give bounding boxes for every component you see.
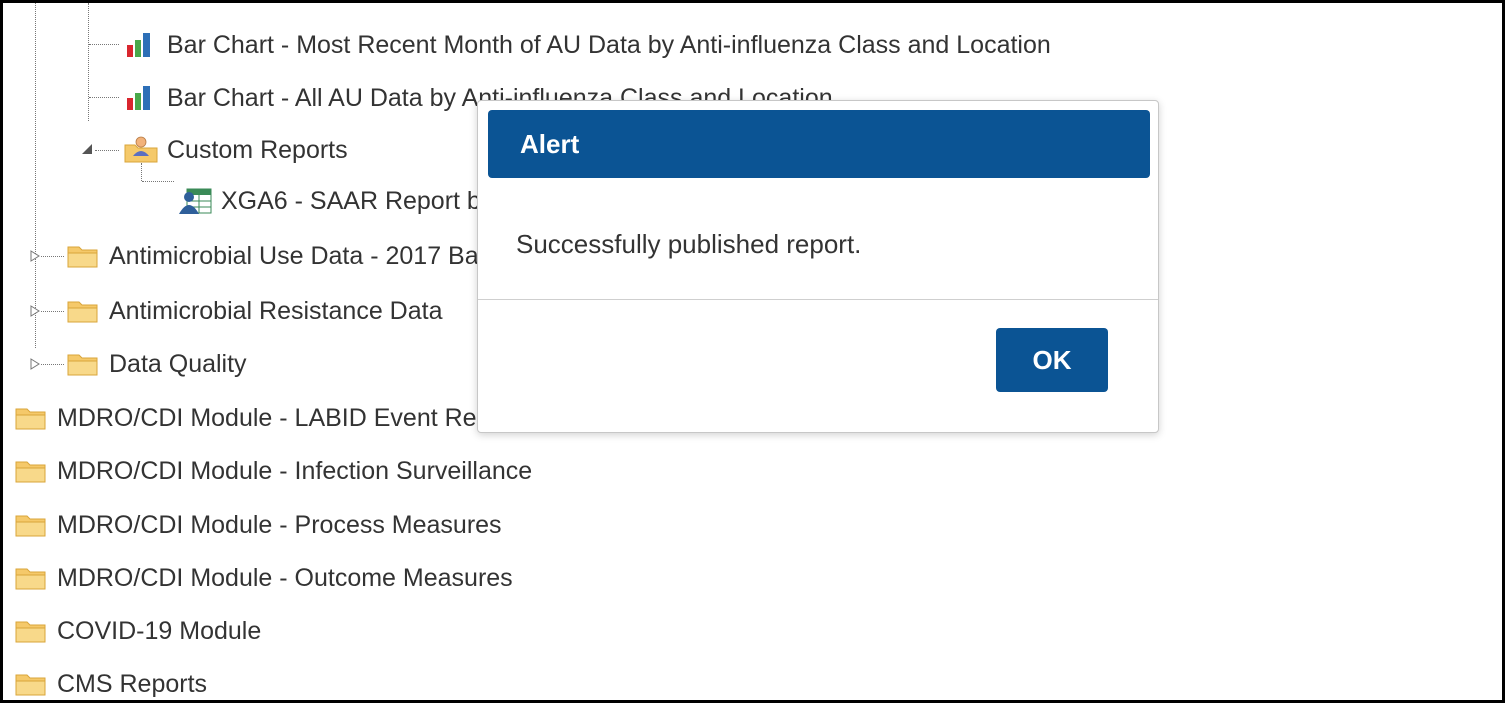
tree-item-covid-19-module[interactable]: COVID-19 Module [13, 616, 261, 646]
tree-line [41, 256, 64, 257]
user-folder-icon [123, 136, 159, 164]
tree-item-mdro-outcome-measures[interactable]: MDRO/CDI Module - Outcome Measures [13, 563, 513, 593]
tree-line [88, 3, 89, 121]
folder-icon [13, 511, 49, 539]
tree-item-label: COVID-19 Module [57, 616, 262, 645]
folder-icon [65, 242, 101, 270]
tree-item-bar-chart-most-recent[interactable]: Bar Chart - Most Recent Month of AU Data… [123, 30, 1051, 60]
tree-item-cms-reports[interactable]: CMS Reports [13, 669, 207, 699]
bar-chart-icon [123, 31, 159, 59]
dialog-message: Successfully published report. [516, 229, 862, 259]
expand-toggle-icon[interactable] [30, 250, 40, 262]
tree-item-label: Custom Reports [167, 135, 348, 164]
dialog-title: Alert [520, 128, 580, 159]
tree-line [89, 97, 119, 98]
collapse-toggle-icon[interactable] [81, 143, 92, 155]
tree-line [89, 44, 119, 45]
tree-item-mdro-process-measures[interactable]: MDRO/CDI Module - Process Measures [13, 510, 502, 540]
dialog-header: Alert [488, 110, 1150, 178]
folder-icon [65, 297, 101, 325]
custom-report-icon [177, 187, 213, 215]
ok-button[interactable]: OK [996, 328, 1108, 392]
expand-toggle-icon[interactable] [30, 305, 40, 317]
tree-item-data-quality[interactable]: Data Quality [65, 349, 247, 379]
folder-icon [13, 617, 49, 645]
tree-item-label: MDRO/CDI Module - Infection Surveillance [57, 456, 533, 485]
tree-item-label: CMS Reports [57, 669, 208, 698]
report-tree-panel: Bar Chart - Most Recent Month of AU Data… [0, 0, 1505, 703]
tree-item-custom-reports[interactable]: Custom Reports [123, 135, 348, 165]
folder-icon [13, 457, 49, 485]
tree-line [141, 163, 142, 181]
tree-line [35, 3, 36, 348]
tree-item-mdro-labid[interactable]: MDRO/CDI Module - LABID Event Reporting [13, 403, 553, 433]
tree-item-label: Data Quality [109, 349, 247, 378]
bar-chart-icon [123, 84, 159, 112]
folder-icon [13, 404, 49, 432]
tree-item-antimicrobial-resistance[interactable]: Antimicrobial Resistance Data [65, 296, 442, 326]
tree-item-label: MDRO/CDI Module - Process Measures [57, 510, 502, 539]
tree-item-label: Antimicrobial Resistance Data [109, 296, 443, 325]
tree-line [95, 150, 119, 151]
tree-item-label: MDRO/CDI Module - Outcome Measures [57, 563, 513, 592]
folder-icon [13, 670, 49, 698]
folder-icon [13, 564, 49, 592]
dialog-divider [478, 299, 1158, 300]
expand-toggle-icon[interactable] [30, 358, 40, 370]
alert-dialog: Alert Successfully published report. OK [477, 100, 1159, 433]
tree-line [41, 311, 64, 312]
tree-line [142, 181, 174, 182]
folder-icon [65, 350, 101, 378]
tree-item-label: Bar Chart - Most Recent Month of AU Data… [167, 30, 1051, 59]
tree-item-mdro-infection-surveillance[interactable]: MDRO/CDI Module - Infection Surveillance [13, 456, 532, 486]
tree-line [41, 364, 64, 365]
